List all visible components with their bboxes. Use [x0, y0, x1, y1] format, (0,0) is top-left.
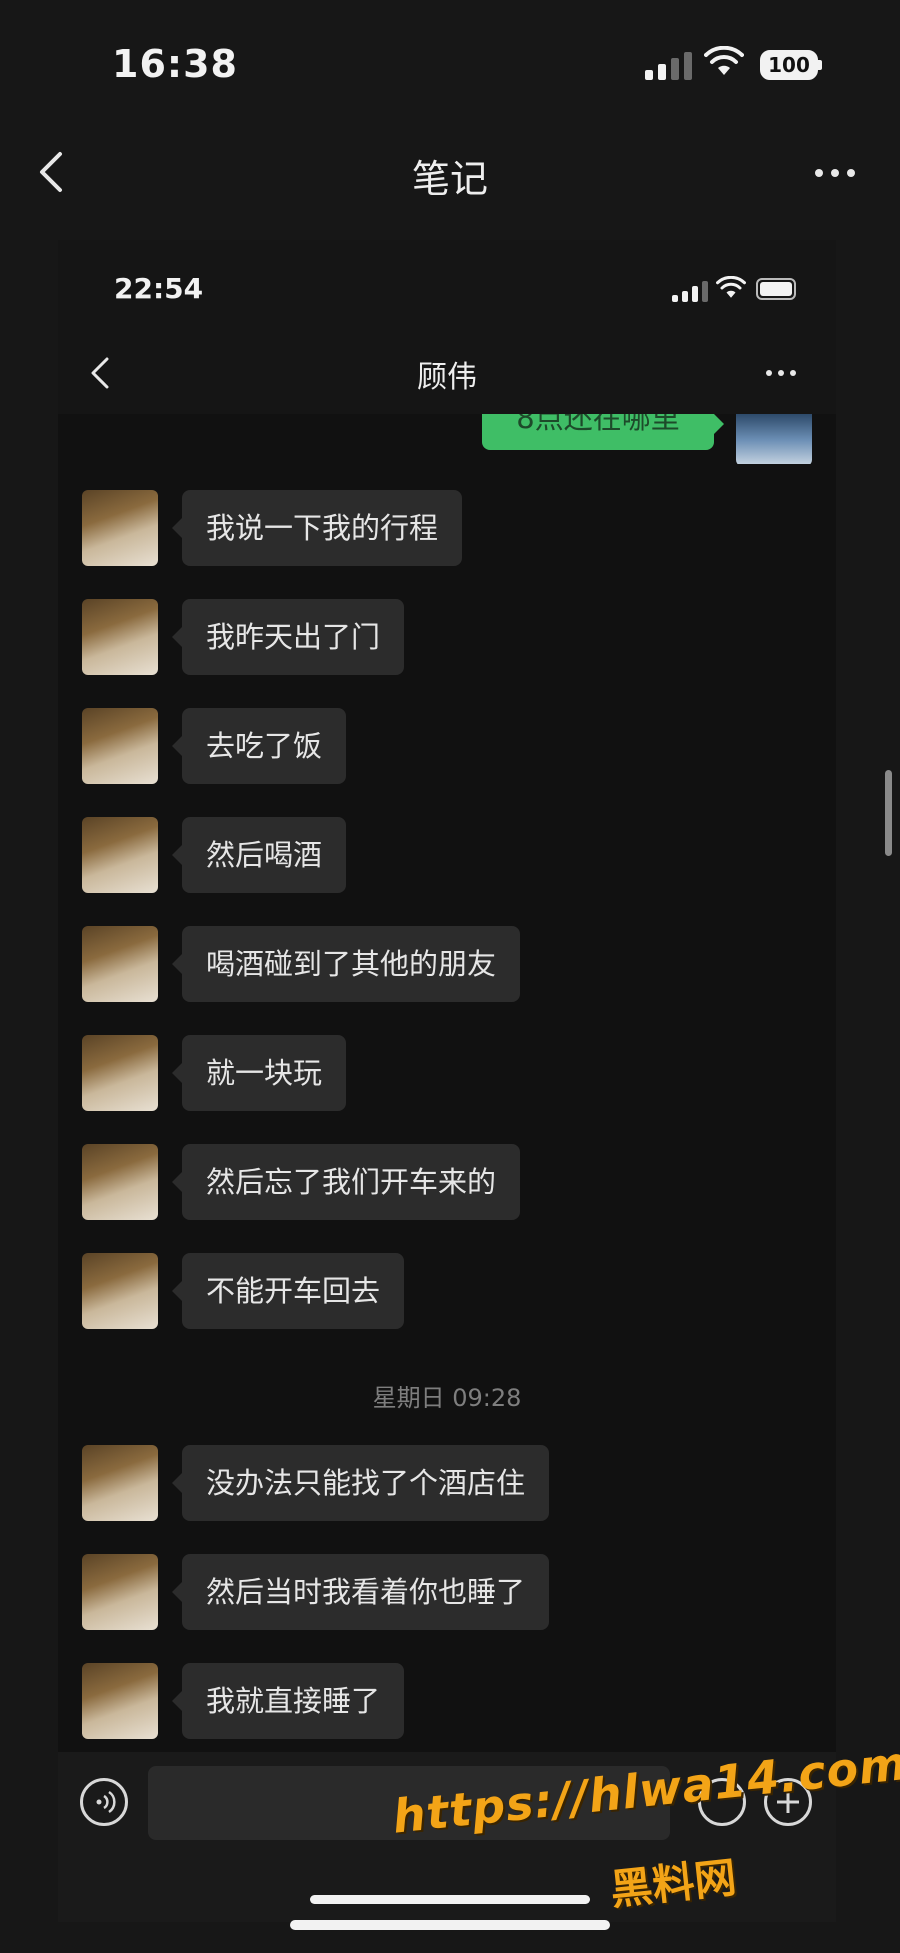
scrollbar[interactable] — [885, 770, 892, 856]
sent-text: 8点还在哪里 — [516, 414, 680, 435]
avatar — [82, 1144, 158, 1220]
inner-status-time: 22:54 — [114, 272, 204, 305]
message-timestamp: 星期日 09:28 — [372, 1384, 522, 1412]
message-bubble: 然后喝酒 — [171, 817, 347, 893]
battery-tip — [818, 60, 822, 70]
page-title: 笔记 — [411, 157, 488, 201]
wifi-icon — [704, 46, 744, 75]
message-bubble: 我说一下我的行程 — [171, 490, 463, 566]
inner-cellular-signal-icon — [672, 280, 708, 302]
message-bubble: 没办法只能找了个酒店住 — [171, 1445, 550, 1521]
sent-bubble-tail — [714, 414, 724, 434]
avatar — [82, 1253, 158, 1329]
inner-home-indicator — [310, 1895, 590, 1904]
message-bubble: 我就直接睡了 — [171, 1663, 405, 1739]
inner-more-icon — [766, 370, 796, 376]
home-indicator[interactable] — [290, 1920, 610, 1930]
avatar — [82, 599, 158, 675]
avatar — [82, 926, 158, 1002]
avatar — [82, 490, 158, 566]
sent-message-row: 8点还在哪里 — [58, 414, 836, 464]
message-bubble: 不能开车回去 — [171, 1253, 405, 1329]
avatar — [82, 708, 158, 784]
message-bubble: 然后忘了我们开车来的 — [171, 1144, 521, 1220]
message-bubble: 就一块玩 — [171, 1035, 347, 1111]
sent-bubble: 8点还在哪里 — [482, 414, 714, 450]
avatar — [82, 1035, 158, 1111]
voice-icon — [80, 1778, 128, 1826]
message-bubble: 去吃了饭 — [171, 708, 347, 784]
battery-level: 100 — [760, 50, 818, 80]
message-bubble: 我昨天出了门 — [171, 599, 405, 675]
self-avatar — [736, 414, 812, 464]
avatar — [82, 1445, 158, 1521]
message-bubble: 喝酒碰到了其他的朋友 — [171, 926, 521, 1002]
battery-indicator: 100 — [760, 50, 822, 80]
message-bubble: 然后当时我看着你也睡了 — [171, 1554, 550, 1630]
more-options-icon[interactable] — [815, 169, 855, 177]
chat-contact-name: 顾伟 — [417, 360, 477, 395]
chat-screenshot: 22:54 顾伟 8点还在哪里 我说一下我的行程 我昨天出了门 去吃了饭 然后喝… — [58, 240, 836, 1922]
inner-wifi-icon — [716, 276, 746, 298]
cellular-signal-icon — [645, 48, 692, 80]
avatar — [82, 1554, 158, 1630]
avatar — [82, 817, 158, 893]
status-time: 16:38 — [112, 42, 238, 86]
inner-battery-icon — [756, 278, 796, 300]
avatar — [82, 1663, 158, 1739]
